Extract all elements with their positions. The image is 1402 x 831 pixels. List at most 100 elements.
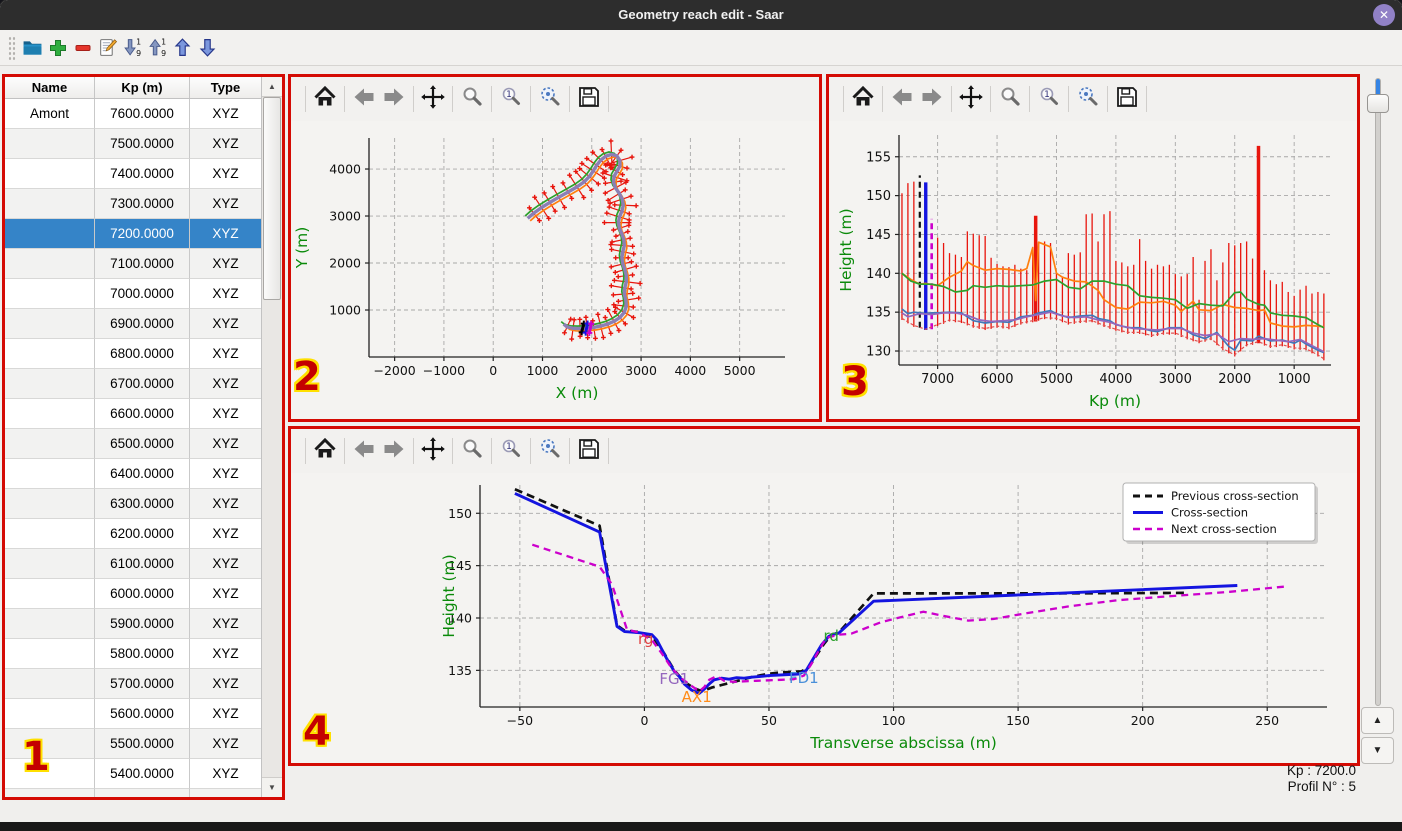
toolbar-grip-handle[interactable]: [8, 35, 16, 60]
back-button[interactable]: [349, 83, 379, 115]
column-header-type[interactable]: Type: [190, 77, 262, 98]
table-row[interactable]: 7500.0000 XYZ: [5, 129, 282, 159]
toolbar-separator: [413, 86, 414, 112]
table-row[interactable]: 6500.0000 XYZ: [5, 429, 282, 459]
zoom-one-button[interactable]: 1: [496, 435, 526, 467]
svg-text:AX1: AX1: [682, 688, 712, 706]
back-button[interactable]: [349, 435, 379, 467]
profile-slider-track[interactable]: [1375, 78, 1381, 706]
edit-button[interactable]: [95, 35, 120, 60]
back-icon: [351, 436, 377, 467]
move-down-button[interactable]: [195, 35, 220, 60]
longitudinal-profile-plot[interactable]: 7000 6000 5000 4000 3000 2000 1000 130 135 140 145…: [829, 121, 1357, 419]
scrollbar-thumb[interactable]: [263, 97, 281, 300]
column-header-kp[interactable]: Kp (m): [95, 77, 190, 98]
profile-slider-handle[interactable]: [1367, 94, 1389, 113]
table-row[interactable]: 6100.0000 XYZ: [5, 549, 282, 579]
svg-text:1000: 1000: [527, 363, 559, 378]
svg-text:50: 50: [761, 713, 777, 728]
scrollbar-down-icon[interactable]: ▼: [262, 777, 282, 797]
svg-text:5000: 5000: [1040, 372, 1073, 387]
profile-up-button[interactable]: ▲: [1361, 707, 1394, 734]
table-row[interactable]: Amont 7600.0000 XYZ: [5, 99, 282, 129]
table-row[interactable]: 6200.0000 XYZ: [5, 519, 282, 549]
remove-button[interactable]: [70, 35, 95, 60]
zoom-button[interactable]: [995, 83, 1025, 115]
open-button[interactable]: [20, 35, 45, 60]
table-row[interactable]: 7300.0000 XYZ: [5, 189, 282, 219]
close-button[interactable]: ✕: [1373, 4, 1395, 26]
table-row[interactable]: 5700.0000 XYZ: [5, 669, 282, 699]
svg-text:5000: 5000: [724, 363, 756, 378]
zoom-fit-button[interactable]: [1073, 83, 1103, 115]
toolbar-separator: [882, 86, 883, 112]
add-button[interactable]: [45, 35, 70, 60]
pan-button[interactable]: [418, 83, 448, 115]
table-row[interactable]: 6800.0000 XYZ: [5, 339, 282, 369]
table-row[interactable]: 7100.0000 XYZ: [5, 249, 282, 279]
back-icon: [351, 84, 377, 115]
title-bar[interactable]: Geometry reach edit - Saar ✕: [0, 0, 1402, 30]
zoom-fit-button[interactable]: [535, 435, 565, 467]
toolbar-separator: [990, 86, 991, 112]
sort-descending-button[interactable]: 19: [120, 35, 145, 60]
panel-number-longitudinal: 3: [841, 359, 869, 405]
home-button[interactable]: [310, 83, 340, 115]
profile-down-button[interactable]: ▼: [1361, 737, 1394, 764]
table-row[interactable]: 6000.0000 XYZ: [5, 579, 282, 609]
svg-text:3000: 3000: [1159, 372, 1192, 387]
save-icon: [1114, 84, 1140, 115]
table-row[interactable]: 5800.0000 XYZ: [5, 639, 282, 669]
svg-text:Height (m): Height (m): [837, 208, 855, 291]
plan-view-plot[interactable]: −2000 −1000 0 1000 2000 3000 4000 5000 1000 2000 3…: [291, 121, 819, 419]
table-row[interactable]: 5600.0000 XYZ: [5, 699, 282, 729]
forward-button[interactable]: [917, 83, 947, 115]
table-row[interactable]: 5900.0000 XYZ: [5, 609, 282, 639]
table-row[interactable]: 6900.0000 XYZ: [5, 309, 282, 339]
forward-button[interactable]: [379, 83, 409, 115]
pan-icon: [420, 436, 446, 467]
save-button[interactable]: [574, 435, 604, 467]
table-row[interactable]: 6400.0000 XYZ: [5, 459, 282, 489]
table-scrollbar[interactable]: ▲ ▼: [261, 77, 282, 797]
table-row[interactable]: 6300.0000 XYZ: [5, 489, 282, 519]
toolbar-separator: [843, 86, 844, 112]
zoom-one-button[interactable]: 1: [1034, 83, 1064, 115]
zoom-button[interactable]: [457, 435, 487, 467]
toolbar-separator: [608, 86, 609, 112]
zoom-one-icon: 1: [498, 84, 524, 115]
plus-icon: [48, 38, 68, 58]
pan-button[interactable]: [418, 435, 448, 467]
home-button[interactable]: [848, 83, 878, 115]
table-row[interactable]: 6700.0000 XYZ: [5, 369, 282, 399]
svg-text:135: 135: [866, 306, 891, 321]
save-button[interactable]: [1112, 83, 1142, 115]
plan-view-panel: 1 −2000 −1000 0 1000 2000 3000 4000 5000 1000 200…: [288, 74, 822, 422]
pan-button[interactable]: [956, 83, 986, 115]
save-button[interactable]: [574, 83, 604, 115]
forward-button[interactable]: [379, 435, 409, 467]
svg-text:145: 145: [866, 228, 891, 243]
toolbar-separator: [413, 438, 414, 464]
move-up-button[interactable]: [170, 35, 195, 60]
back-button[interactable]: [887, 83, 917, 115]
cross-section-plot[interactable]: −50 0 50 100 150 200 250 135 140 145 150 Transverse…: [291, 473, 1357, 763]
column-header-name[interactable]: Name: [5, 77, 95, 98]
zoom-button[interactable]: [457, 83, 487, 115]
zoom-fit-button[interactable]: [535, 83, 565, 115]
table-header: Name Kp (m) Type: [5, 77, 282, 99]
svg-text:4000: 4000: [674, 363, 706, 378]
home-icon: [312, 436, 338, 467]
table-row[interactable]: 7400.0000 XYZ: [5, 159, 282, 189]
scrollbar-up-icon[interactable]: ▲: [262, 77, 282, 97]
table-row[interactable]: 7000.0000 XYZ: [5, 279, 282, 309]
table-row[interactable]: 6600.0000 XYZ: [5, 399, 282, 429]
zoom-one-button[interactable]: 1: [496, 83, 526, 115]
table-row[interactable]: 7200.0000 XYZ: [5, 219, 282, 249]
toolbar-separator: [305, 86, 306, 112]
home-button[interactable]: [310, 435, 340, 467]
svg-text:3000: 3000: [329, 209, 361, 224]
svg-text:140: 140: [866, 267, 891, 282]
sort-ascending-button[interactable]: 19: [145, 35, 170, 60]
profile-slider[interactable]: [1366, 78, 1390, 706]
